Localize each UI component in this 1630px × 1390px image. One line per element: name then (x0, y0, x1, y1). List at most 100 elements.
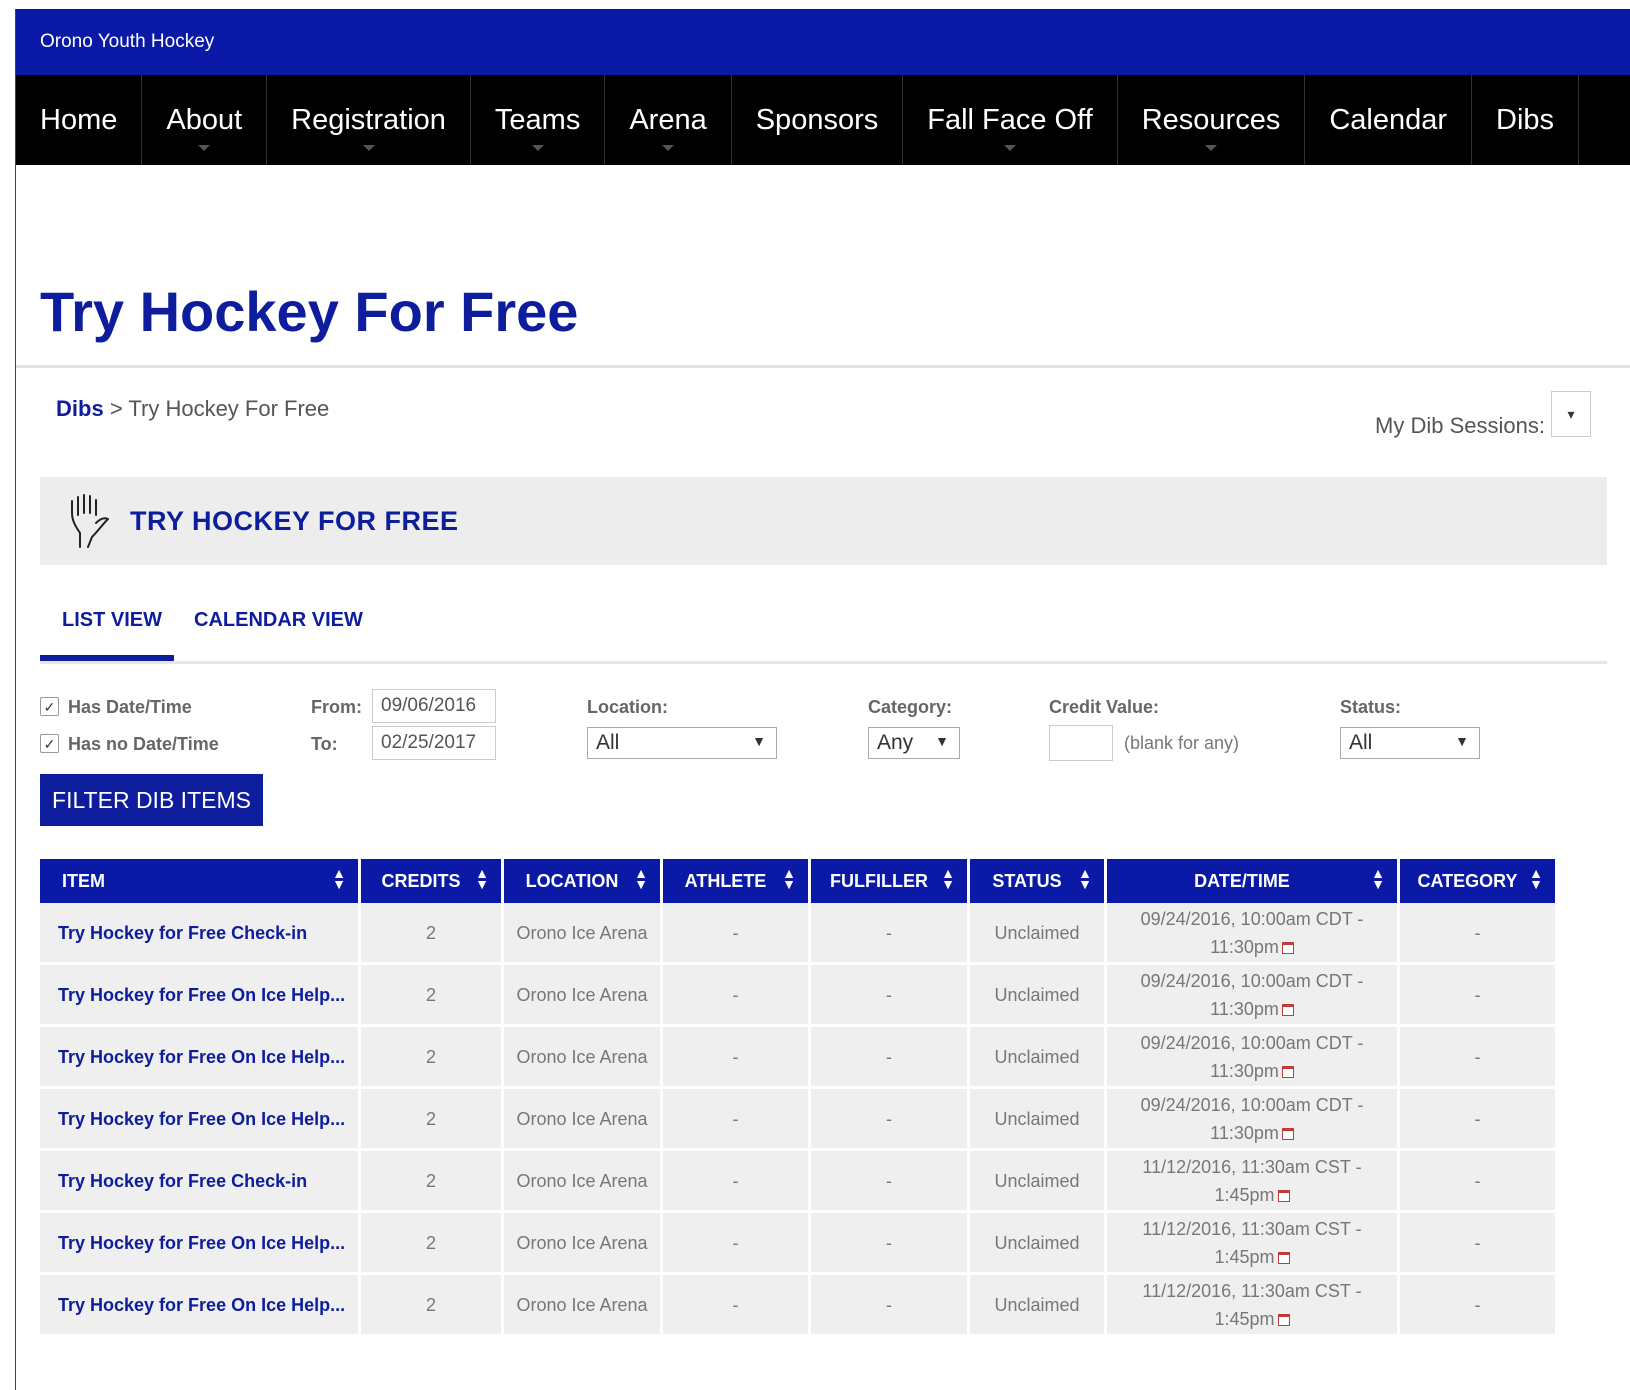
page-title: Try Hockey For Free (40, 280, 579, 343)
main-nav: Home About Registration Teams Arena Spon… (16, 75, 1630, 165)
calendar-add-icon[interactable] (1281, 1065, 1294, 1078)
caret-down-icon: ▾ (1567, 405, 1575, 422)
column-header-date-time[interactable]: Date/Time ▲ ▼ (1107, 859, 1397, 903)
my-dib-sessions-dropdown[interactable]: ▾ (1551, 391, 1591, 437)
tab-list-view[interactable]: LIST VIEW (62, 609, 162, 632)
nav-label: Teams (494, 103, 581, 136)
site-name[interactable]: Orono Youth Hockey (40, 31, 214, 53)
item-link[interactable]: Try Hockey for Free On Ice Help... (40, 1089, 358, 1151)
athlete-cell: - (663, 1027, 808, 1089)
credits-cell: 2 (361, 1027, 501, 1089)
credits-cell: 2 (361, 903, 501, 965)
caret-down-icon (362, 145, 375, 151)
athlete-cell: - (663, 1213, 808, 1275)
nav-sponsors[interactable]: Sponsors (732, 75, 904, 165)
caret-down-icon (1003, 145, 1016, 151)
column-header-location[interactable]: Location ▲ ▼ (504, 859, 660, 903)
item-link[interactable]: Try Hockey for Free On Ice Help... (40, 1275, 358, 1337)
item-link[interactable]: Try Hockey for Free Check-in (40, 1151, 358, 1213)
column-header-category[interactable]: Category ▲ ▼ (1400, 859, 1555, 903)
breadcrumb-separator: > (109, 396, 123, 421)
has-date-time-checkbox[interactable]: ✓ (40, 697, 59, 716)
nav-calendar[interactable]: Calendar (1305, 75, 1473, 165)
calendar-add-icon[interactable] (1277, 1251, 1290, 1264)
column-header-label: Item (62, 871, 105, 891)
column-header-fulfiller[interactable]: Fulfiller ▲ ▼ (811, 859, 967, 903)
credit-value-label: Credit Value: (1049, 697, 1160, 717)
calendar-add-icon[interactable] (1281, 1003, 1294, 1016)
location-cell: Orono Ice Arena (504, 1027, 660, 1089)
from-date-input[interactable]: 09/06/2016 (372, 689, 496, 723)
status-cell: Unclaimed (970, 1275, 1104, 1337)
column-header-athlete[interactable]: Athlete ▲ ▼ (663, 859, 808, 903)
category-cell: - (1400, 1027, 1555, 1089)
filter-dib-items-button[interactable]: FILTER DIB ITEMS (40, 774, 263, 826)
dib-items-table: Item ▲ ▼ Credits ▲ ▼ Location ▲ ▼ Athlete ▲ ▼ Fu… (37, 859, 1558, 1337)
my-dib-sessions-label: My Dib Sessions: (1375, 413, 1545, 438)
has-no-date-time-checkbox[interactable]: ✓ (40, 734, 59, 753)
date-time-cell: 09/24/2016, 10:00am CDT - 11:30pm (1107, 965, 1397, 1027)
credits-cell: 2 (361, 1213, 501, 1275)
tab-calendar-view[interactable]: CALENDAR VIEW (194, 609, 363, 632)
table-row: Try Hockey for Free On Ice Help... 2 Oro… (40, 1213, 1555, 1275)
status-value: All (1349, 731, 1373, 754)
fulfiller-cell: - (811, 1213, 967, 1275)
category-cell: - (1400, 965, 1555, 1027)
nav-arena[interactable]: Arena (605, 75, 732, 165)
fulfiller-cell: - (811, 1027, 967, 1089)
to-label: To: (311, 734, 338, 754)
date-time-cell: 09/24/2016, 10:00am CDT - 11:30pm (1107, 903, 1397, 965)
nav-teams[interactable]: Teams (471, 75, 606, 165)
date-time-end: 11:30pm (1210, 1060, 1279, 1081)
athlete-cell: - (663, 903, 808, 965)
nav-about[interactable]: About (142, 75, 268, 165)
item-link[interactable]: Try Hockey for Free On Ice Help... (40, 1027, 358, 1089)
nav-label: Dibs (1496, 103, 1555, 136)
item-link[interactable]: Try Hockey for Free On Ice Help... (40, 965, 358, 1027)
status-cell: Unclaimed (970, 965, 1104, 1027)
site-header: Orono Youth Hockey (16, 9, 1630, 75)
table-header-row: Item ▲ ▼ Credits ▲ ▼ Location ▲ ▼ Athlete ▲ ▼ Fu… (40, 859, 1555, 903)
breadcrumb-link-dibs[interactable]: Dibs (56, 396, 104, 421)
location-label: Location: (587, 697, 668, 717)
column-header-item[interactable]: Item ▲ ▼ (40, 859, 358, 903)
active-tab-indicator (40, 655, 174, 661)
fulfiller-cell: - (811, 1151, 967, 1213)
status-select[interactable]: All ▼ (1340, 727, 1480, 759)
nav-home[interactable]: Home (16, 75, 143, 165)
column-header-status[interactable]: Status ▲ ▼ (970, 859, 1104, 903)
calendar-add-icon[interactable] (1281, 941, 1294, 954)
location-select[interactable]: All ▼ (587, 727, 777, 759)
date-time-start: 11/12/2016, 11:30am CST - (1142, 1156, 1362, 1177)
calendar-add-icon[interactable] (1281, 1127, 1294, 1140)
item-link[interactable]: Try Hockey for Free On Ice Help... (40, 1213, 358, 1275)
nav-dibs[interactable]: Dibs (1472, 75, 1580, 165)
dib-header-title: TRY HOCKEY FOR FREE (130, 505, 459, 536)
column-header-credits[interactable]: Credits ▲ ▼ (361, 859, 501, 903)
date-time-start: 09/24/2016, 10:00am CDT - (1140, 908, 1364, 929)
nav-registration[interactable]: Registration (267, 75, 471, 165)
nav-fall-face-off[interactable]: Fall Face Off (903, 75, 1118, 165)
caret-down-icon (1205, 145, 1218, 151)
category-cell: - (1400, 1151, 1555, 1213)
breadcrumb-current: Try Hockey For Free (128, 396, 330, 421)
sort-icon: ▲ ▼ (634, 865, 648, 893)
location-cell: Orono Ice Arena (504, 903, 660, 965)
item-link[interactable]: Try Hockey for Free Check-in (40, 903, 358, 965)
nav-resources[interactable]: Resources (1118, 75, 1306, 165)
sort-icon: ▲ ▼ (1371, 865, 1385, 893)
calendar-add-icon[interactable] (1277, 1189, 1290, 1202)
caret-down-icon: ▼ (1455, 733, 1469, 749)
to-date-input[interactable]: 02/25/2017 (372, 726, 496, 760)
nav-label: Arena (629, 103, 707, 136)
status-cell: Unclaimed (970, 1089, 1104, 1151)
credit-value-input[interactable] (1049, 725, 1113, 761)
calendar-add-icon[interactable] (1277, 1313, 1290, 1326)
athlete-cell: - (663, 965, 808, 1027)
location-value: All (596, 731, 620, 754)
category-select[interactable]: Any ▼ (868, 727, 960, 759)
sort-icon: ▲ ▼ (1078, 865, 1092, 893)
sort-icon: ▲ ▼ (475, 865, 489, 893)
credit-value-hint: (blank for any) (1124, 733, 1240, 753)
athlete-cell: - (663, 1275, 808, 1337)
